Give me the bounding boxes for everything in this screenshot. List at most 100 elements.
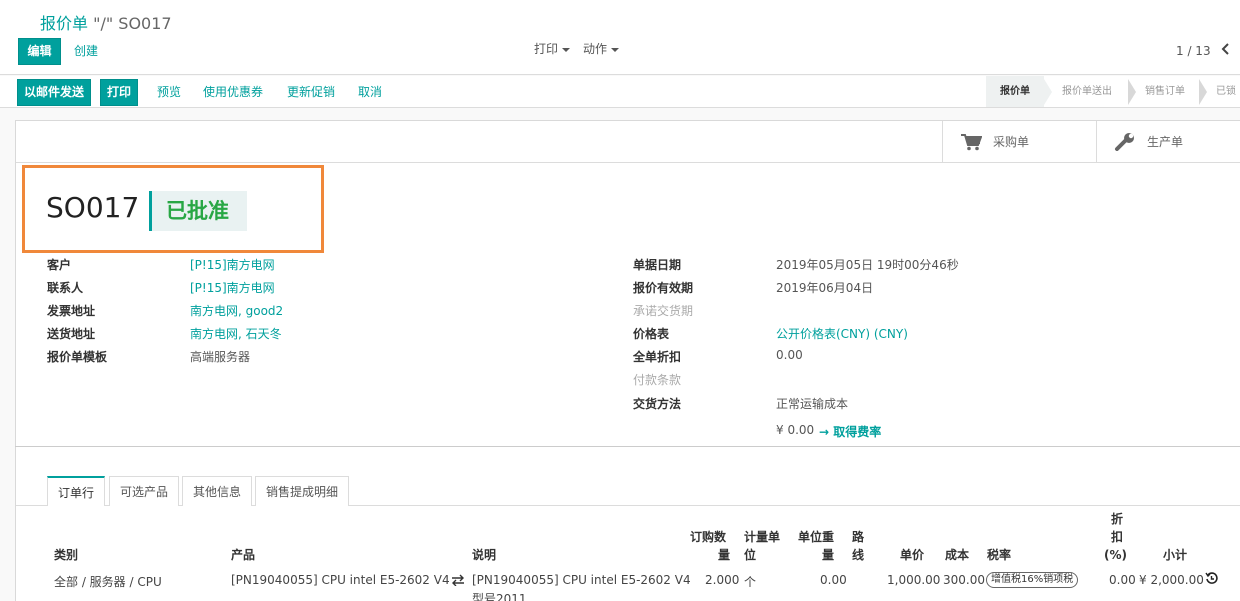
customer-label: 客户 [47, 258, 72, 272]
purchase-orders-smart-button[interactable]: 采购单 [942, 121, 1097, 163]
col-uom-line2[interactable]: 位 [744, 547, 756, 564]
validity-label: 报价有效期 [633, 281, 694, 295]
wrench-icon [1115, 133, 1134, 151]
status-badge: 已批准 [149, 191, 247, 231]
delivery-method-value: 正常运输成本 [776, 397, 849, 411]
col-description[interactable]: 说明 [472, 547, 496, 564]
stage-arrow [1044, 79, 1052, 105]
get-rate-button[interactable]: → 取得费率 [819, 423, 881, 440]
commitment-date-label: 承诺交货期 [633, 304, 694, 318]
col-qty-line1[interactable]: 订购数 [690, 529, 726, 546]
edit-button[interactable]: 编辑 [18, 38, 61, 65]
stage-locked[interactable]: 已锁 [1216, 76, 1236, 107]
cell-discount: 0.00 [1109, 573, 1136, 587]
pricelist-label: 价格表 [633, 327, 670, 341]
tax-tag: 增值税16%销项税 [986, 572, 1079, 588]
col-discount-line1[interactable]: 折 [1111, 511, 1123, 528]
breadcrumb-quotations-link[interactable]: 报价单 [40, 14, 88, 33]
global-discount-value: 0.00 [776, 348, 803, 362]
create-button[interactable]: 创建 [74, 38, 98, 65]
stage-sales-order[interactable]: 销售订单 [1145, 76, 1185, 107]
action-dropdown[interactable]: 动作 [583, 40, 620, 57]
chevron-left-icon [1221, 43, 1229, 55]
col-unit-price[interactable]: 单价 [900, 547, 924, 564]
delivery-address-label: 送货地址 [47, 327, 96, 341]
manufacturing-orders-smart-button[interactable]: 生产单 [1096, 121, 1240, 163]
payment-terms-label: 付款条款 [633, 373, 682, 387]
col-qty-line2[interactable]: 量 [718, 547, 730, 564]
col-uom-line1[interactable]: 计量单 [744, 529, 780, 546]
print-button[interactable]: 打印 [100, 79, 139, 106]
global-discount-label: 全单折扣 [633, 350, 682, 364]
action-dropdown-label: 动作 [583, 42, 608, 56]
col-category[interactable]: 类别 [54, 547, 78, 564]
delivery-price-value: ¥ 0.00 [776, 423, 815, 437]
delivery-address-link[interactable]: 南方电网, 石天冬 [190, 325, 282, 342]
col-product[interactable]: 产品 [231, 547, 255, 564]
print-dropdown-label: 打印 [534, 42, 559, 56]
order-date-value: 2019年05月05日 19时00分46秒 [776, 258, 959, 272]
invoice-address-link[interactable]: 南方电网, good2 [190, 302, 283, 319]
tab-order-lines[interactable]: 订单行 [47, 476, 106, 506]
pager-previous-button[interactable] [1221, 42, 1231, 59]
form-sheet: 采购单 生产单 SO017 已批准 客户 [P!15]南方电网 联系人 [P!1… [15, 120, 1240, 601]
control-panel: 报价单 "/" SO017 编辑 创建 打印 动作 1 / 13 [0, 0, 1240, 75]
stage-arrow [1199, 79, 1207, 105]
caret-down-icon [562, 47, 571, 52]
stage-quotation[interactable]: 报价单 [986, 76, 1044, 107]
order-date-label: 单据日期 [633, 258, 682, 272]
stage-arrow [1128, 79, 1136, 105]
cancel-button[interactable]: 取消 [358, 79, 382, 106]
history-icon[interactable] [1205, 572, 1218, 588]
caret-down-icon [611, 47, 620, 52]
shopping-cart-icon [961, 134, 982, 151]
update-promotions-button[interactable]: 更新促销 [287, 79, 335, 106]
apply-coupon-button[interactable]: 使用优惠券 [203, 79, 263, 106]
send-by-email-button[interactable]: 以邮件发送 [17, 79, 92, 106]
pricelist-link[interactable]: 公开价格表(CNY) (CNY) [776, 325, 908, 342]
stage-quotation-sent[interactable]: 报价单送出 [1062, 76, 1112, 107]
cell-subtotal: ¥ 2,000.00 [1139, 573, 1204, 587]
pager-value[interactable]: 1 / 13 [1176, 44, 1211, 58]
contact-link[interactable]: [P!15]南方电网 [190, 279, 275, 296]
breadcrumb: 报价单 "/" SO017 [40, 10, 172, 34]
preview-button[interactable]: 预览 [157, 79, 181, 106]
cell-uom: 个 [744, 575, 757, 589]
form-statusbar: 以邮件发送 打印 预览 使用优惠券 更新促销 取消 报价单 报价单送出 销售订单… [0, 76, 1240, 108]
col-weight-line2[interactable]: 量 [822, 547, 834, 564]
quotation-template-label: 报价单模板 [47, 350, 108, 364]
cell-cost: 300.00 [943, 573, 985, 587]
cell-weight: 0.00 [820, 573, 847, 587]
manufacturing-orders-label: 生产单 [1147, 135, 1184, 149]
delivery-method-label: 交货方法 [633, 397, 682, 411]
col-weight-line1[interactable]: 单位重 [798, 529, 834, 546]
col-cost[interactable]: 成本 [945, 547, 969, 564]
cell-category: 全部 / 服务器 / CPU [54, 575, 162, 589]
exchange-arrows-icon [451, 574, 465, 589]
order-reference: SO017 [46, 191, 140, 224]
col-discount-line2[interactable]: 扣 [1111, 529, 1123, 546]
contact-label: 联系人 [47, 281, 84, 295]
breadcrumb-current: "/" SO017 [93, 14, 172, 33]
purchase-orders-label: 采购单 [993, 135, 1030, 149]
tab-other-info[interactable]: 其他信息 [182, 476, 253, 506]
tab-optional-products[interactable]: 可选产品 [109, 476, 180, 506]
table-header-divider [15, 446, 1240, 447]
col-tax[interactable]: 税率 [987, 547, 1011, 564]
invoice-address-label: 发票地址 [47, 304, 96, 318]
customer-link[interactable]: [P!15]南方电网 [190, 256, 275, 273]
smart-button-bar: 采购单 生产单 [16, 121, 1240, 163]
col-route-line1[interactable]: 路 [852, 529, 864, 546]
cell-description-line2: 型号2011 [472, 592, 527, 601]
tab-commission-details[interactable]: 销售提成明细 [255, 476, 350, 506]
validity-value: 2019年06月04日 [776, 281, 874, 295]
col-route-line2[interactable]: 线 [852, 547, 864, 564]
quotation-template-value: 高端服务器 [190, 350, 251, 364]
cell-qty: 2.000 [705, 573, 740, 587]
cell-product: [PN19040055] CPU intel E5-2602 V4 [231, 573, 450, 587]
col-subtotal[interactable]: 小计 [1163, 547, 1187, 564]
print-dropdown[interactable]: 打印 [534, 40, 571, 57]
cell-description: [PN19040055] CPU intel E5-2602 V4 [472, 573, 691, 587]
col-discount-line3[interactable]: (%) [1104, 547, 1127, 564]
cell-unit-price: 1,000.00 [887, 573, 941, 587]
